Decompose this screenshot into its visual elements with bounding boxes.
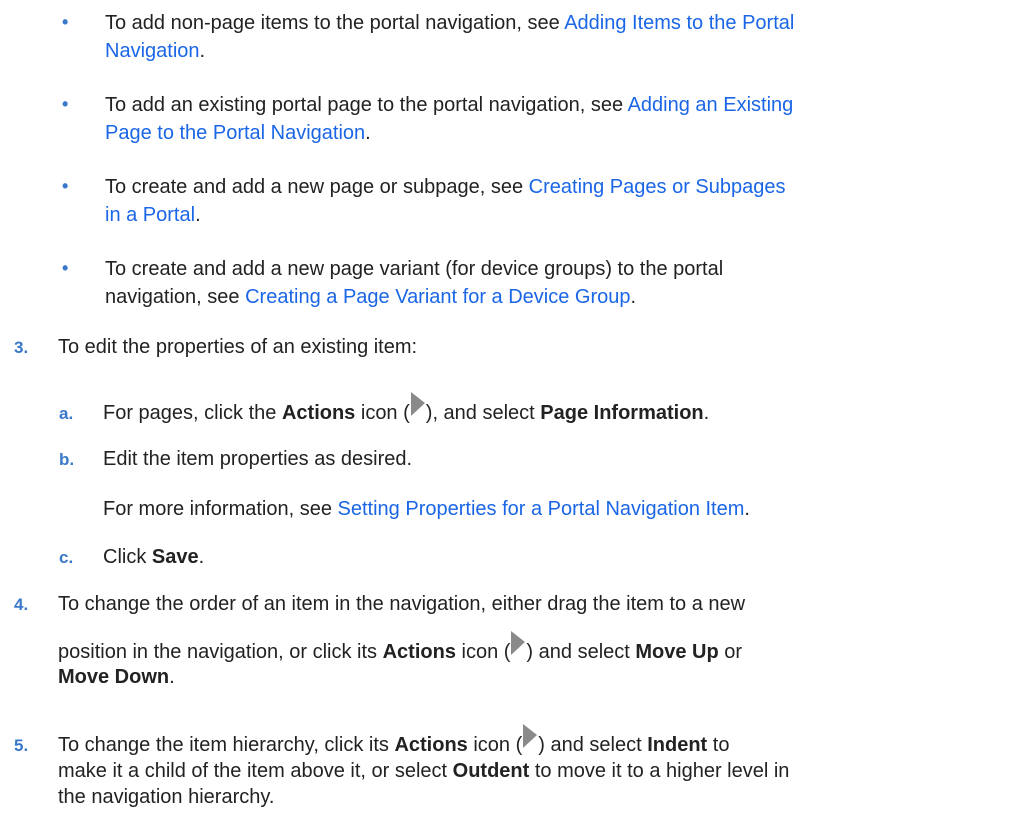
bullet-marker: • (62, 176, 69, 196)
step-4-line2: position in the navigation, or click its… (58, 631, 1033, 666)
step-number: 4. (14, 595, 29, 614)
text: make it a child of the item above it, or… (58, 760, 453, 782)
step-3-text: To edit the properties of an existing it… (58, 336, 418, 358)
step-4-line3: Move Down. (58, 663, 1033, 691)
link-creating-pages-cont[interactable]: in a Portal (105, 204, 195, 226)
step-4-line1: To change the order of an item in the na… (58, 593, 746, 615)
text: . (703, 402, 710, 424)
link-adding-items[interactable]: Adding Items to the Portal (564, 12, 794, 34)
substep-letter: a. (59, 404, 74, 423)
text: to (707, 734, 730, 756)
actions-arrow-icon (522, 723, 538, 748)
bold-move-up: Move Up (635, 641, 719, 663)
link-adding-items-cont[interactable]: Navigation (105, 40, 200, 62)
text: position in the navigation, or click its (58, 641, 383, 663)
bold-actions: Actions (394, 734, 468, 756)
bullet-text: To add non-page items to the portal navi… (105, 12, 565, 34)
substep-c: Click Save. (103, 543, 1033, 571)
step-number: 3. (14, 338, 29, 357)
step-5-line1: To change the item hierarchy, click its … (58, 724, 1033, 759)
period: . (744, 498, 750, 520)
text: . (198, 546, 205, 568)
link-creating-pages[interactable]: Creating Pages or Subpages (529, 176, 786, 198)
text: For pages, click the (103, 402, 282, 424)
actions-arrow-icon (510, 630, 526, 655)
bullet-text: To create and add a new page or subpage,… (105, 176, 529, 198)
text: icon ( (455, 641, 511, 663)
bullet-item: To add an existing portal page to the po… (105, 91, 1033, 147)
link-adding-existing-page[interactable]: Adding an Existing (628, 94, 794, 116)
bullet-item: To add non-page items to the portal navi… (105, 9, 1033, 65)
text: Click (103, 546, 152, 568)
text: ), and select (425, 402, 541, 424)
text: ) and select (538, 734, 648, 756)
bullet-text: navigation, see (105, 286, 246, 308)
bullet-item: To create and add a new page variant (fo… (105, 255, 1033, 311)
text: To change the item hierarchy, click its (58, 734, 395, 756)
text: ) and select (526, 641, 636, 663)
bold-indent: Indent (647, 734, 708, 756)
bullet-text: To add an existing portal page to the po… (105, 94, 628, 116)
bullet-item: To create and add a new page or subpage,… (105, 173, 1033, 229)
bullet-marker: • (62, 258, 69, 278)
substep-b-note: For more information, see Setting Proper… (103, 495, 1033, 523)
substep-a: For pages, click the Actions icon ( ), an… (103, 392, 1033, 427)
period: . (195, 204, 201, 226)
link-creating-page-variant[interactable]: Creating a Page Variant for a Device Gro… (245, 286, 630, 308)
substep-b: Edit the item properties as desired. (103, 448, 413, 470)
bold-page-information: Page Information (540, 402, 704, 424)
link-setting-properties[interactable]: Setting Properties for a Portal Navigati… (338, 498, 745, 520)
link-adding-existing-page-cont[interactable]: Page to the Portal Navigation (105, 122, 365, 144)
substep-letter: c. (59, 548, 74, 567)
bold-actions: Actions (382, 641, 456, 663)
period: . (169, 666, 175, 688)
step-5-line2: make it a child of the item above it, or… (58, 757, 1033, 785)
bold-outdent: Outdent (452, 760, 530, 782)
bold-actions: Actions (281, 402, 356, 424)
bullet-text: To create and add a new page variant (fo… (105, 258, 724, 280)
period: . (630, 286, 637, 308)
period: . (199, 40, 206, 62)
text: or (718, 641, 743, 663)
text: icon ( (355, 402, 410, 424)
step-number: 5. (14, 736, 29, 755)
actions-arrow-icon (410, 391, 426, 416)
text: to move it to a higher level in (529, 760, 790, 782)
bullet-marker: • (62, 12, 69, 32)
period: . (365, 122, 371, 144)
bold-save: Save (151, 546, 199, 568)
substep-letter: b. (59, 450, 75, 469)
bullet-marker: • (62, 94, 69, 114)
bold-move-down: Move Down (58, 666, 170, 688)
step-5-line3: the navigation hierarchy. (58, 786, 275, 808)
text: icon ( (467, 734, 523, 756)
text: For more information, see (103, 498, 338, 520)
